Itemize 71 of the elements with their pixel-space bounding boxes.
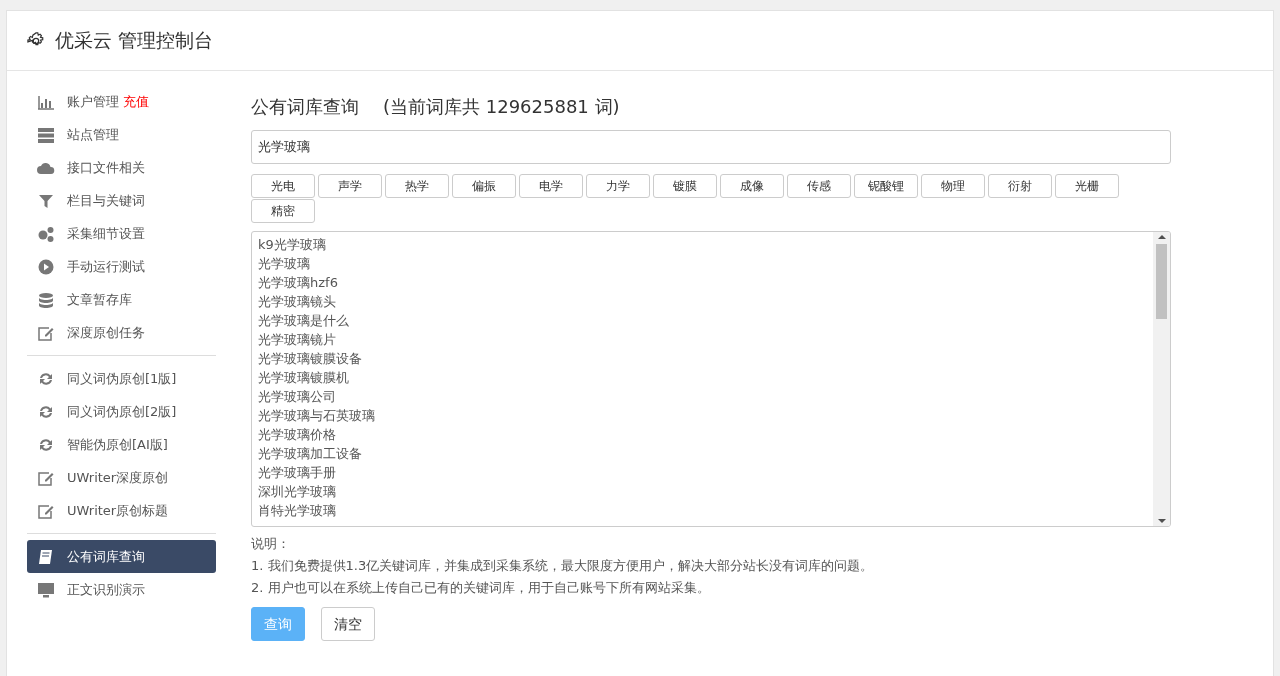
refresh-icon xyxy=(37,370,55,387)
clear-button[interactable]: 清空 xyxy=(321,607,375,641)
page-title: 公有词库查询 xyxy=(251,95,359,119)
keyword-tag[interactable]: 成像 xyxy=(720,174,784,198)
server-icon xyxy=(37,126,55,143)
sidebar-item[interactable]: 采集细节设置 xyxy=(27,217,216,250)
scroll-thumb[interactable] xyxy=(1156,244,1167,319)
result-line[interactable]: 肖特光学玻璃 xyxy=(258,501,1147,520)
search-field[interactable]: 光学玻璃 xyxy=(251,130,1171,164)
keyword-tag[interactable]: 物理 xyxy=(921,174,985,198)
result-line[interactable]: 光学玻璃镜头 xyxy=(258,292,1147,311)
scrollbar[interactable] xyxy=(1153,232,1170,526)
keyword-tag[interactable]: 力学 xyxy=(586,174,650,198)
sidebar-item[interactable]: 接口文件相关 xyxy=(27,151,216,184)
keyword-tag[interactable]: 衍射 xyxy=(988,174,1052,198)
word-count: (当前词库共 129625881 词) xyxy=(383,95,620,119)
result-line[interactable]: 光学玻璃 xyxy=(258,254,1147,273)
result-line[interactable]: 光学玻璃镜片 xyxy=(258,330,1147,349)
scroll-up-icon[interactable] xyxy=(1157,232,1166,242)
refresh-icon xyxy=(37,403,55,420)
sidebar-item[interactable]: 栏目与关键词 xyxy=(27,184,216,217)
gears-icon xyxy=(37,225,55,242)
play-icon xyxy=(37,258,55,275)
book-icon xyxy=(37,548,55,565)
keyword-tag[interactable]: 声学 xyxy=(318,174,382,198)
result-line[interactable]: 光学玻璃手册 xyxy=(258,463,1147,482)
monitor-icon xyxy=(37,581,55,598)
result-line[interactable]: 光学玻璃镀膜机 xyxy=(258,368,1147,387)
sidebar-item[interactable]: UWriter深度原创 xyxy=(27,461,216,494)
recharge-link[interactable]: 充值 xyxy=(123,93,150,109)
result-line[interactable]: 光学玻璃hzf6 xyxy=(258,273,1147,292)
edit-icon xyxy=(37,324,55,341)
edit-icon xyxy=(37,469,55,486)
keyword-tag[interactable]: 光电 xyxy=(251,174,315,198)
notes-title: 说明： xyxy=(251,535,291,553)
result-line[interactable]: 光学玻璃价格 xyxy=(258,425,1147,444)
sidebar-item[interactable]: 手动运行测试 xyxy=(27,250,216,283)
edit-icon xyxy=(37,502,55,519)
filter-icon xyxy=(37,192,55,209)
bar-chart-icon xyxy=(37,93,55,110)
keyword-tag[interactable]: 光栅 xyxy=(1055,174,1119,198)
refresh-icon xyxy=(37,436,55,453)
keyword-tag[interactable]: 热学 xyxy=(385,174,449,198)
database-icon xyxy=(37,291,55,308)
result-line[interactable]: 光学玻璃是什么 xyxy=(258,311,1147,330)
sidebar-item[interactable]: 同义词伪原创[2版] xyxy=(27,395,216,428)
keyword-tag[interactable]: 传感 xyxy=(787,174,851,198)
keyword-tag[interactable]: 偏振 xyxy=(452,174,516,198)
result-line[interactable]: k9光学玻璃 xyxy=(258,235,1147,254)
app-title: 优采云 管理控制台 xyxy=(55,28,214,54)
sidebar-item[interactable]: 智能伪原创[AI版] xyxy=(27,428,216,461)
keyword-tag[interactable]: 精密 xyxy=(251,199,315,223)
keyword-tag[interactable]: 铌酸锂 xyxy=(854,174,918,198)
sidebar-item[interactable]: 公有词库查询 xyxy=(27,540,216,573)
result-line[interactable]: 光学玻璃公司 xyxy=(258,387,1147,406)
sidebar-item[interactable]: 文章暂存库 xyxy=(27,283,216,316)
sidebar-item[interactable]: 深度原创任务 xyxy=(27,316,216,349)
note-text: 2. 用户也可以在系统上传自己已有的关键词库，用于自己账号下所有网站采集。 xyxy=(251,579,711,597)
sidebar-item[interactable]: 正文识别演示 xyxy=(27,573,216,606)
result-line[interactable]: 深圳光学玻璃 xyxy=(258,482,1147,501)
scroll-down-icon[interactable] xyxy=(1157,516,1166,526)
note-text: 1. 我们免费提供1.3亿关键词库，并集成到采集系统，最大限度方便用户，解决大部分站长没有词库的问题。 xyxy=(251,557,875,575)
result-line[interactable]: 光学玻璃加工设备 xyxy=(258,444,1147,463)
sidebar-item[interactable]: UWriter原创标题 xyxy=(27,494,216,527)
sidebar-item[interactable]: 账户管理 充值 xyxy=(27,85,216,118)
keyword-tag[interactable]: 镀膜 xyxy=(653,174,717,198)
keyword-tag[interactable]: 电学 xyxy=(519,174,583,198)
sidebar-item[interactable]: 站点管理 xyxy=(27,118,216,151)
result-line[interactable]: 光学玻璃与石英玻璃 xyxy=(258,406,1147,425)
sidebar-item[interactable]: 同义词伪原创[1版] xyxy=(27,362,216,395)
result-line[interactable]: 光学玻璃镀膜设备 xyxy=(258,349,1147,368)
